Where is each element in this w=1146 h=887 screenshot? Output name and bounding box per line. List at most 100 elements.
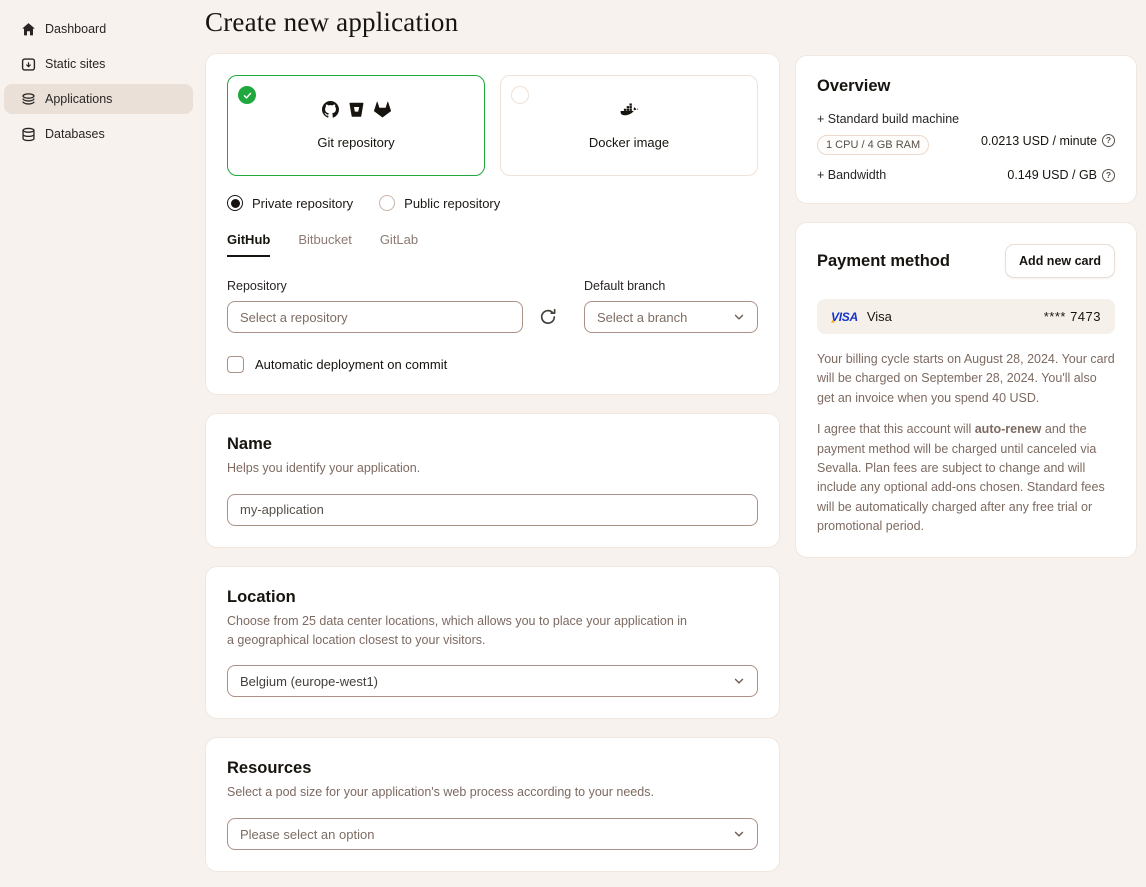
sidebar-item-label: Databases xyxy=(45,127,105,141)
chevron-down-icon xyxy=(733,311,745,323)
overview-card: Overview + Standard build machine 1 CPU … xyxy=(795,55,1137,204)
github-icon xyxy=(322,101,339,123)
home-icon xyxy=(21,22,36,37)
unselected-radio-badge xyxy=(511,86,529,104)
repository-visibility: Private repository Public repository xyxy=(227,195,758,211)
overview-item-label: + Bandwidth xyxy=(817,168,886,182)
card-number-masked: **** 7473 xyxy=(1044,309,1101,324)
option-label: Git repository xyxy=(317,135,394,150)
tab-github[interactable]: GitHub xyxy=(227,232,270,257)
overview-item-price: 0.0213 USD / minute ? xyxy=(981,126,1115,155)
name-subtitle: Helps you identify your application. xyxy=(227,459,697,478)
overview-row-left: + Standard build machine 1 CPU / 4 GB RA… xyxy=(817,112,959,155)
card-brand-group: VISA Visa xyxy=(831,309,892,324)
payment-header: Payment method Add new card xyxy=(817,244,1115,278)
machine-spec-badge: 1 CPU / 4 GB RAM xyxy=(817,135,929,155)
default-branch-field-group: Default branch Select a branch xyxy=(584,279,758,333)
check-icon xyxy=(242,90,253,101)
resources-subtitle: Select a pod size for your application's… xyxy=(227,783,697,802)
overview-title: Overview xyxy=(817,77,1115,96)
overview-row-bandwidth: + Bandwidth 0.149 USD / GB ? xyxy=(817,168,1115,182)
resources-title: Resources xyxy=(227,759,758,778)
auto-renew-bold: auto-renew xyxy=(975,422,1042,436)
source-options: Git repository Docker image xyxy=(227,75,758,176)
application-name-input[interactable] xyxy=(227,494,758,526)
sidebar-item-label: Applications xyxy=(45,92,112,106)
main-column: Create new application Git repository xyxy=(205,0,780,887)
select-value: Belgium (europe-west1) xyxy=(240,674,378,689)
bitbucket-icon xyxy=(348,101,365,123)
card-name: Visa xyxy=(867,309,892,324)
payment-title: Payment method xyxy=(817,252,950,271)
help-icon[interactable]: ? xyxy=(1102,134,1115,147)
radio-unselected-icon xyxy=(379,195,395,211)
radio-private-repository[interactable]: Private repository xyxy=(227,195,353,211)
price-text: 0.149 USD / GB xyxy=(1007,168,1097,182)
source-card: Git repository Docker image Private repo… xyxy=(205,53,780,395)
database-icon xyxy=(21,127,36,142)
payment-card: Payment method Add new card VISA Visa **… xyxy=(795,222,1137,558)
docker-icon xyxy=(619,101,640,123)
tab-gitlab[interactable]: GitLab xyxy=(380,232,418,257)
option-label: Docker image xyxy=(589,135,669,150)
auto-deploy-checkbox-row[interactable]: Automatic deployment on commit xyxy=(227,356,758,373)
option-docker-image[interactable]: Docker image xyxy=(500,75,758,176)
auto-renew-agreement-text: I agree that this account will auto-rene… xyxy=(817,420,1115,536)
saved-card-row[interactable]: VISA Visa **** 7473 xyxy=(817,299,1115,334)
sidebar-item-dashboard[interactable]: Dashboard xyxy=(4,14,193,44)
location-title: Location xyxy=(227,588,758,607)
visa-logo: VISA xyxy=(831,310,858,324)
checkbox-icon[interactable] xyxy=(227,356,244,373)
auto-deploy-label: Automatic deployment on commit xyxy=(255,357,447,372)
radio-label: Public repository xyxy=(404,196,500,211)
option-git-repository[interactable]: Git repository xyxy=(227,75,485,176)
select-value: Please select an option xyxy=(240,827,374,842)
location-card: Location Choose from 25 data center loca… xyxy=(205,566,780,720)
select-value: Select a branch xyxy=(597,310,687,325)
price-text: 0.0213 USD / minute xyxy=(981,134,1097,148)
location-subtitle: Choose from 25 data center locations, wh… xyxy=(227,612,697,650)
git-provider-tabs: GitHub Bitbucket GitLab xyxy=(227,232,758,257)
page-title: Create new application xyxy=(205,7,780,38)
resources-card: Resources Select a pod size for your app… xyxy=(205,737,780,872)
radio-label: Private repository xyxy=(252,196,353,211)
browser-icon xyxy=(21,57,36,72)
sidebar-item-static-sites[interactable]: Static sites xyxy=(4,49,193,79)
overview-item-label: + Standard build machine xyxy=(817,112,959,126)
agreement-prefix: I agree that this account will xyxy=(817,422,975,436)
refresh-icon[interactable] xyxy=(539,308,557,326)
default-branch-select[interactable]: Select a branch xyxy=(584,301,758,333)
repository-field-group: Repository xyxy=(227,279,523,333)
repository-input[interactable] xyxy=(227,301,523,333)
default-branch-label: Default branch xyxy=(584,279,758,293)
location-select[interactable]: Belgium (europe-west1) xyxy=(227,665,758,697)
sidebar-item-label: Dashboard xyxy=(45,22,106,36)
git-provider-icons xyxy=(322,101,391,123)
repository-label: Repository xyxy=(227,279,523,293)
chevron-down-icon xyxy=(733,675,745,687)
resources-select[interactable]: Please select an option xyxy=(227,818,758,850)
overview-item-price: 0.149 USD / GB ? xyxy=(1007,168,1115,182)
sidebar-item-label: Static sites xyxy=(45,57,105,71)
chevron-down-icon xyxy=(733,828,745,840)
tab-bitbucket[interactable]: Bitbucket xyxy=(298,232,351,257)
docker-icon-wrap xyxy=(619,101,640,123)
radio-selected-icon xyxy=(227,195,243,211)
overview-row-build-machine: + Standard build machine 1 CPU / 4 GB RA… xyxy=(817,112,1115,155)
sidebar-item-databases[interactable]: Databases xyxy=(4,119,193,149)
name-title: Name xyxy=(227,435,758,454)
app-root: Dashboard Static sites Applications Data… xyxy=(0,0,1146,887)
stack-icon xyxy=(21,92,36,107)
agreement-suffix: and the payment method will be charged u… xyxy=(817,422,1105,533)
billing-cycle-text: Your billing cycle starts on August 28, … xyxy=(817,350,1115,408)
right-column: Overview + Standard build machine 1 CPU … xyxy=(795,0,1137,887)
sidebar: Dashboard Static sites Applications Data… xyxy=(0,0,205,887)
help-icon[interactable]: ? xyxy=(1102,169,1115,182)
name-card: Name Helps you identify your application… xyxy=(205,413,780,548)
add-new-card-button[interactable]: Add new card xyxy=(1005,244,1115,278)
selected-check-badge xyxy=(238,86,256,104)
sidebar-item-applications[interactable]: Applications xyxy=(4,84,193,114)
radio-public-repository[interactable]: Public repository xyxy=(379,195,500,211)
gitlab-icon xyxy=(374,101,391,123)
repository-fields: Repository Default branch Select a branc… xyxy=(227,279,758,333)
